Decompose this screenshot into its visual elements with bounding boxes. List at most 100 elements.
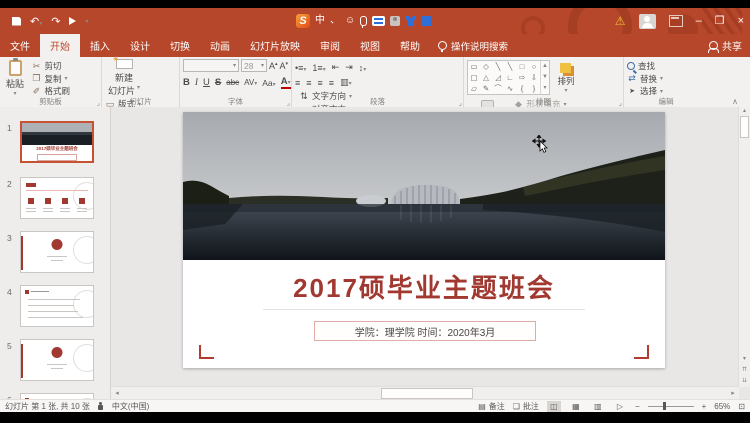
undo-icon[interactable]: ↶▾ xyxy=(30,15,42,28)
slide-thumbnail-3[interactable] xyxy=(20,231,94,273)
clear-formatting-button[interactable]: abc xyxy=(226,78,239,87)
restore-button[interactable]: ❐ xyxy=(715,16,725,27)
reading-view-button[interactable]: ▥ xyxy=(591,401,605,412)
tab-review[interactable]: 审阅 xyxy=(310,34,350,57)
notes-button[interactable]: ▤ 备注 xyxy=(478,401,505,412)
scroll-left-arrow[interactable]: ◂ xyxy=(111,389,123,397)
horizontal-scrollbar-thumb[interactable] xyxy=(381,388,473,399)
sogou-logo-icon[interactable]: S xyxy=(296,14,310,28)
clipboard-dialog-launcher[interactable]: ⌟ xyxy=(97,99,100,107)
tab-slideshow[interactable]: 幻灯片放映 xyxy=(240,34,310,57)
horizontal-scrollbar[interactable]: ◂ ▸ xyxy=(111,386,739,399)
shapes-gallery[interactable]: ▭◇╲╲□○▲ ▢△◿∟⇨⇩▼ ▱✎⌒∿{}▾ xyxy=(467,60,550,95)
ime-emoji-icon[interactable]: ☺ xyxy=(345,16,355,26)
paragraph-dialog-launcher[interactable]: ⌟ xyxy=(459,99,462,107)
ime-account-icon[interactable] xyxy=(390,16,400,26)
slide-thumbnail-2[interactable] xyxy=(20,177,94,219)
tab-file[interactable]: 文件 xyxy=(0,34,40,57)
underline-button[interactable]: U xyxy=(203,77,210,88)
tab-insert[interactable]: 插入 xyxy=(80,34,120,57)
change-case-button[interactable]: Aa▾ xyxy=(262,78,275,88)
shrink-font-button[interactable]: A▾ xyxy=(280,61,289,71)
gallery-scroll-up[interactable]: ▲ xyxy=(540,61,549,72)
align-right-button[interactable]: ≡ xyxy=(318,78,323,88)
customize-qat-icon[interactable]: ▾ xyxy=(85,18,88,25)
previous-slide-button[interactable]: ⇈ xyxy=(742,366,747,373)
close-button[interactable]: × xyxy=(738,16,744,27)
redo-icon[interactable]: ↷ xyxy=(51,15,60,28)
accessibility-icon[interactable] xyxy=(98,402,104,411)
find-button[interactable]: 查找 xyxy=(627,60,663,72)
italic-button[interactable]: I xyxy=(195,78,198,88)
start-slideshow-icon[interactable] xyxy=(69,17,76,25)
slide-title[interactable]: 2017硕毕业主题班会 xyxy=(183,268,665,305)
scroll-down-arrow[interactable]: ▾ xyxy=(743,355,746,362)
tab-home[interactable]: 开始 xyxy=(40,34,80,57)
slide-subtitle-box[interactable]: 学院：理学院 时间：2020年3月 xyxy=(314,321,536,341)
ime-keyboard-icon[interactable] xyxy=(372,16,385,26)
zoom-out-button[interactable]: − xyxy=(635,402,640,411)
bullets-button[interactable]: •≡▾ xyxy=(295,63,306,73)
drawing-dialog-launcher[interactable]: ⌟ xyxy=(619,99,622,107)
vertical-scrollbar[interactable]: ▴ ▾ ⇈ ⇊ xyxy=(738,107,750,387)
tab-view[interactable]: 视图 xyxy=(350,34,390,57)
font-color-button[interactable]: A▾ xyxy=(281,77,291,89)
lake-photo[interactable] xyxy=(183,112,665,260)
align-left-button[interactable]: ≡ xyxy=(295,78,300,88)
zoom-slider-thumb[interactable] xyxy=(663,402,666,410)
tab-transitions[interactable]: 切换 xyxy=(160,34,200,57)
ime-chinese-mode-icon[interactable]: 中 xyxy=(315,16,325,26)
zoom-slider[interactable] xyxy=(648,406,694,407)
tab-help[interactable]: 帮助 xyxy=(390,34,430,57)
new-slide-button[interactable]: 新建 幻灯片▾ xyxy=(105,59,143,97)
collapse-ribbon-button[interactable]: ∧ xyxy=(732,97,738,106)
warning-icon[interactable]: ⚠ xyxy=(615,14,626,28)
tellme-search[interactable]: 操作说明搜索 xyxy=(430,34,516,57)
font-name-combobox[interactable]: ▾ xyxy=(183,59,239,72)
align-center-button[interactable]: ≡ xyxy=(306,78,311,88)
account-avatar[interactable] xyxy=(639,14,656,29)
comments-button[interactable]: ❏ 批注 xyxy=(513,401,539,412)
gallery-scroll-down[interactable]: ▼ xyxy=(540,72,549,83)
ime-skin-icon[interactable] xyxy=(405,16,416,26)
ime-punctuation-icon[interactable]: 、 xyxy=(330,16,340,26)
slide-thumbnail-5[interactable] xyxy=(20,339,94,381)
paste-button[interactable]: 粘贴 ▾ xyxy=(3,59,27,97)
increase-indent-button[interactable]: ⇥ xyxy=(345,62,353,73)
justify-button[interactable]: ≡ xyxy=(329,78,334,88)
share-button[interactable]: 共享 xyxy=(709,34,742,57)
arrange-button[interactable]: 排列 ▾ xyxy=(554,59,577,97)
scroll-up-arrow[interactable]: ▴ xyxy=(743,107,746,114)
cut-button[interactable]: ✂ 剪切 xyxy=(31,60,70,72)
replace-button[interactable]: ⇄ 替换▾ xyxy=(627,73,663,85)
tab-animations[interactable]: 动画 xyxy=(200,34,240,57)
fit-to-window-button[interactable]: ⊡ xyxy=(738,402,745,411)
slide-sorter-view-button[interactable]: ▦ xyxy=(569,401,583,412)
gallery-more[interactable]: ▾ xyxy=(540,83,549,94)
language-indicator[interactable]: 中文(中国) xyxy=(112,401,149,412)
font-dialog-launcher[interactable]: ⌟ xyxy=(287,99,290,107)
slide-thumbnail-4[interactable] xyxy=(20,285,94,327)
tab-design[interactable]: 设计 xyxy=(120,34,160,57)
vertical-scrollbar-thumb[interactable] xyxy=(740,116,749,138)
zoom-level[interactable]: 65% xyxy=(714,402,730,411)
font-size-combobox[interactable]: 28▾ xyxy=(241,59,267,72)
slide-editor[interactable]: 2017硕毕业主题班会 学院：理学院 时间：2020年3月 xyxy=(183,112,665,368)
strikethrough-button[interactable]: S xyxy=(215,77,221,88)
zoom-in-button[interactable]: + xyxy=(702,402,707,411)
numbering-button[interactable]: 1≡▾ xyxy=(312,63,325,73)
bold-button[interactable]: B xyxy=(183,77,190,88)
minimize-button[interactable]: – xyxy=(696,16,702,27)
scroll-right-arrow[interactable]: ▸ xyxy=(727,389,739,397)
ribbon-display-options-icon[interactable] xyxy=(669,15,683,27)
slide-thumbnail-1[interactable]: 2017硕毕业主题班会 xyxy=(20,121,94,163)
line-spacing-button[interactable]: ↕▾ xyxy=(359,63,367,73)
copy-button[interactable]: ❐ 复制 ▾ xyxy=(31,73,70,85)
decrease-indent-button[interactable]: ⇤ xyxy=(332,62,340,73)
columns-button[interactable]: ▥▾ xyxy=(340,77,352,88)
character-spacing-button[interactable]: AV▾ xyxy=(244,78,257,87)
grow-font-button[interactable]: A▴ xyxy=(269,61,278,71)
save-icon[interactable] xyxy=(12,17,21,26)
normal-view-button[interactable]: ◫ xyxy=(547,401,561,412)
slideshow-view-button[interactable]: ▷ xyxy=(613,401,627,412)
